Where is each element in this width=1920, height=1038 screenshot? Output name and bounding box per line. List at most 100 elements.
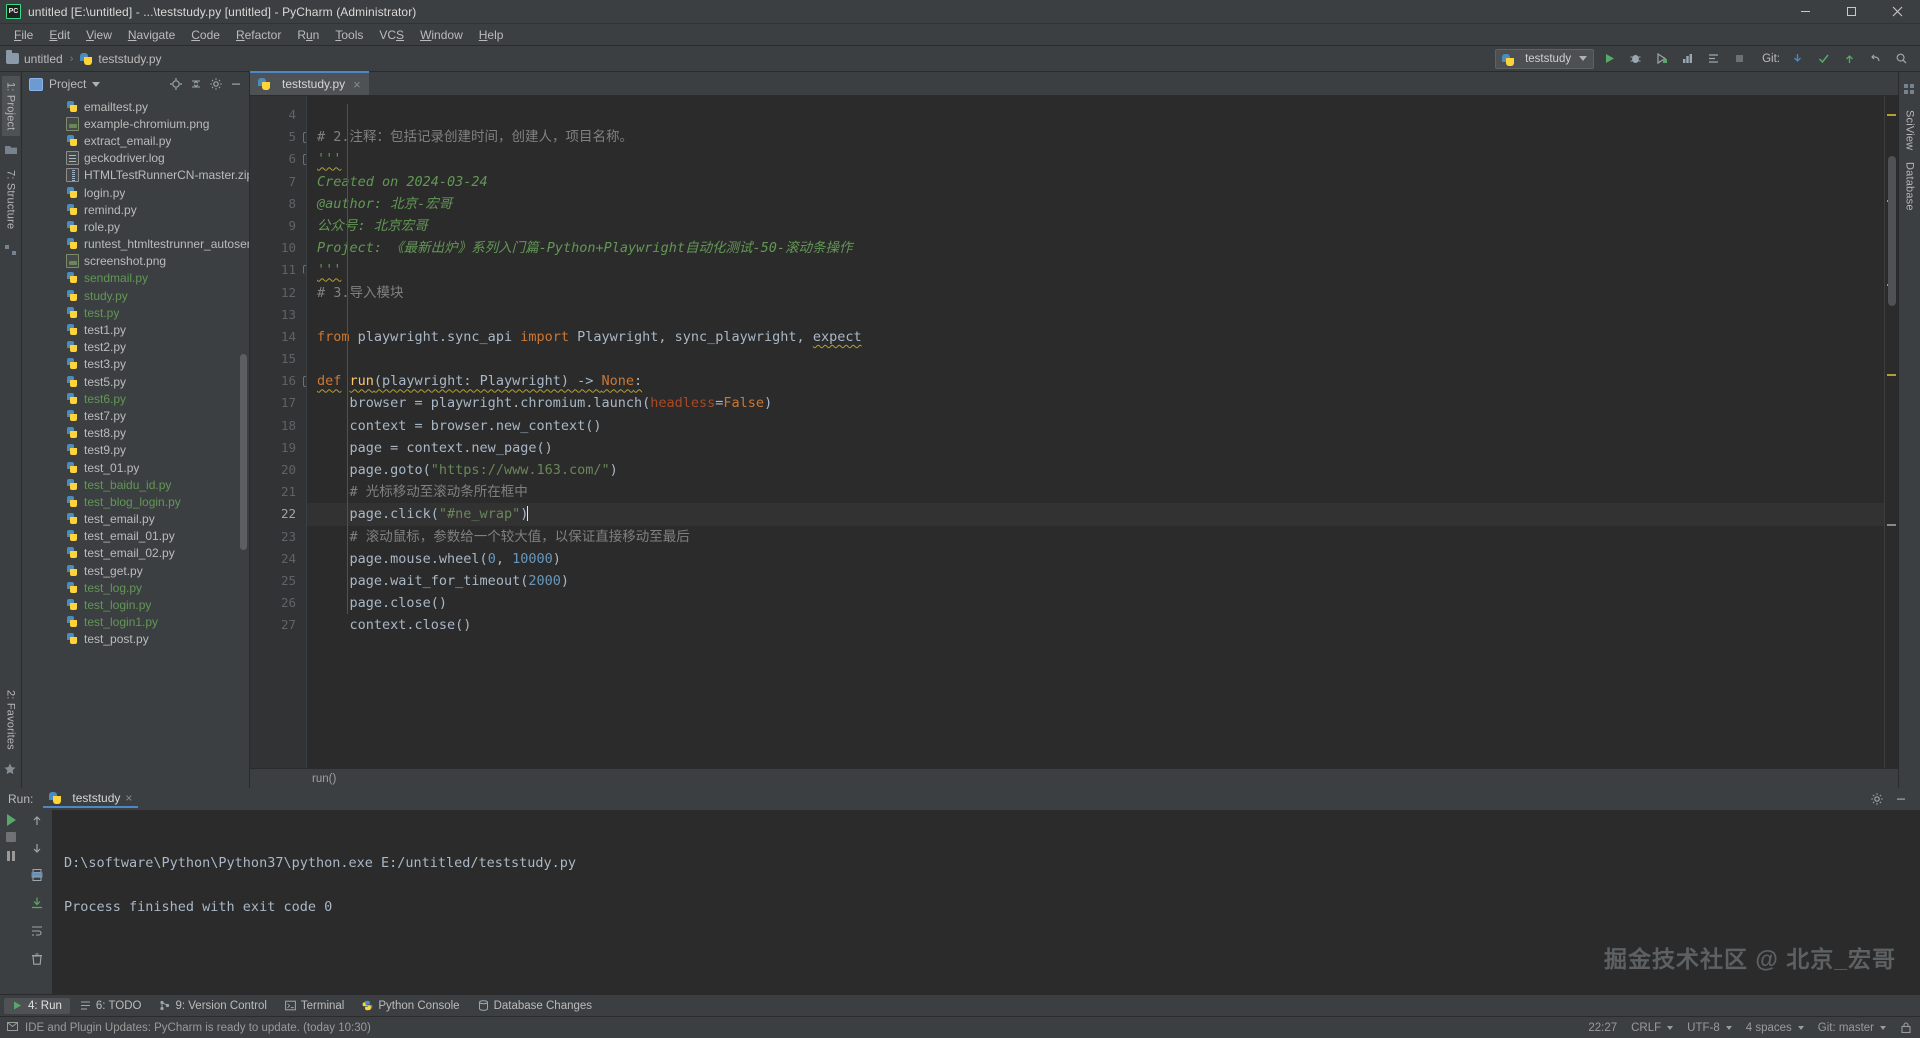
tree-item-geckodriver-log[interactable]: geckodriver.log (22, 150, 249, 167)
line-number[interactable]: 13 (250, 304, 306, 326)
tree-item-test-email-01-py[interactable]: test_email_01.py (22, 528, 249, 545)
up-icon[interactable] (31, 814, 43, 832)
git-commit-icon[interactable] (1812, 48, 1834, 70)
code-line[interactable]: page.goto("https://www.163.com/") (307, 459, 1884, 481)
editor-tab-teststudy[interactable]: teststudy.py × (250, 71, 369, 95)
run-console-output[interactable]: D:\software\Python\Python37\python.exe E… (52, 810, 1920, 994)
line-number[interactable]: 20 (250, 459, 306, 481)
line-number[interactable]: 19 (250, 437, 306, 459)
git-push-icon[interactable] (1838, 48, 1860, 70)
sidebar-item-sciview[interactable]: SciView (1901, 104, 1919, 156)
menu-navigate[interactable]: Navigate (120, 25, 183, 45)
menu-code[interactable]: Code (183, 25, 228, 45)
menu-edit[interactable]: Edit (41, 25, 78, 45)
code-line[interactable]: # 3.导入模块 (307, 282, 1884, 304)
sidebar-item-structure[interactable]: 7: Structure (2, 164, 20, 235)
line-number[interactable]: 7 (250, 171, 306, 193)
tree-item-extract-email-py[interactable]: extract_email.py (22, 132, 249, 149)
chevron-down-icon[interactable] (92, 82, 100, 87)
bottom-tab-6--todo[interactable]: 6: TODO (72, 998, 150, 1014)
tree-item-test3-py[interactable]: test3.py (22, 356, 249, 373)
code-line[interactable]: browser = playwright.chromium.launch(hea… (307, 392, 1884, 414)
code-line[interactable]: 公众号: 北京宏哥 (307, 215, 1884, 237)
tree-item-test-01-py[interactable]: test_01.py (22, 459, 249, 476)
profile-button[interactable] (1676, 48, 1698, 70)
line-number[interactable]: 25 (250, 570, 306, 592)
tree-item-test7-py[interactable]: test7.py (22, 407, 249, 424)
line-number[interactable]: 16 (250, 370, 306, 392)
code-line[interactable]: page.close() (307, 592, 1884, 614)
rerun-icon[interactable] (7, 814, 16, 826)
close-button[interactable] (1874, 0, 1920, 24)
caret-position[interactable]: 22:27 (1588, 1022, 1617, 1034)
code-line[interactable]: Project: 《最新出炉》系列入门篇-Python+Playwright自动… (307, 237, 1884, 259)
bottom-tab-9--version-control[interactable]: 9: Version Control (151, 998, 274, 1014)
tree-item-test-email-02-py[interactable]: test_email_02.py (22, 545, 249, 562)
line-number[interactable]: 22 (250, 503, 306, 525)
tree-item-emailtest-py[interactable]: emailtest.py (22, 98, 249, 115)
line-number[interactable]: 6 (250, 148, 306, 170)
git-update-icon[interactable] (1786, 48, 1808, 70)
code-line[interactable]: page.wait_for_timeout(2000) (307, 570, 1884, 592)
export-icon[interactable] (30, 896, 44, 915)
code-line[interactable] (307, 104, 1884, 126)
tree-item-test-login-py[interactable]: test_login.py (22, 596, 249, 613)
gear-icon[interactable] (1868, 790, 1886, 808)
settings-icon[interactable] (207, 75, 225, 93)
tree-item-test6-py[interactable]: test6.py (22, 390, 249, 407)
git-branch[interactable]: Git: master (1818, 1022, 1886, 1034)
trash-icon[interactable] (30, 952, 44, 971)
tree-item-screenshot-png[interactable]: screenshot.png (22, 253, 249, 270)
line-number[interactable]: 27 (250, 614, 306, 636)
encoding[interactable]: UTF-8 (1687, 1022, 1732, 1034)
line-number[interactable]: 24 (250, 548, 306, 570)
minimize-button[interactable] (1782, 0, 1828, 24)
tree-item-test-email-py[interactable]: test_email.py (22, 511, 249, 528)
undo-icon[interactable] (1864, 48, 1886, 70)
star-icon[interactable] (3, 762, 19, 778)
line-number[interactable]: 12 (250, 282, 306, 304)
editor-marker-rail[interactable] (1884, 96, 1898, 768)
menu-help[interactable]: Help (471, 25, 512, 45)
status-message[interactable]: IDE and Plugin Updates: PyCharm is ready… (25, 1022, 371, 1034)
code-line[interactable]: from playwright.sync_api import Playwrig… (307, 326, 1884, 348)
line-number[interactable]: 10 (250, 237, 306, 259)
run-tab-teststudy[interactable]: teststudy × (43, 790, 138, 808)
tree-item-htmltestrunnercn-master-zip[interactable]: HTMLTestRunnerCN-master.zip (22, 167, 249, 184)
line-number-gutter[interactable]: 4567891011121314151617181920212223242526… (250, 96, 306, 768)
breadcrumb-project[interactable]: untitled (6, 52, 63, 66)
lock-icon[interactable] (1900, 1021, 1912, 1034)
close-icon[interactable]: × (353, 78, 361, 91)
run-with-attach-button[interactable] (1702, 48, 1724, 70)
code-line[interactable]: Created on 2024-03-24 (307, 171, 1884, 193)
run-configuration-selector[interactable]: teststudy (1495, 49, 1594, 69)
code-line[interactable]: context.close() (307, 614, 1884, 636)
code-line[interactable]: def run(playwright: Playwright) -> None: (307, 370, 1884, 392)
line-number[interactable]: 18 (250, 415, 306, 437)
line-number[interactable]: 15 (250, 348, 306, 370)
line-number[interactable]: 8 (250, 193, 306, 215)
line-number[interactable]: 21 (250, 481, 306, 503)
line-number[interactable]: 5 (250, 126, 306, 148)
tree-item-study-py[interactable]: study.py (22, 287, 249, 304)
sidebar-item-project[interactable]: 1: Project (2, 76, 20, 136)
tree-item-sendmail-py[interactable]: sendmail.py (22, 270, 249, 287)
soft-wrap-icon[interactable] (30, 924, 44, 943)
hide-icon[interactable] (1892, 790, 1910, 808)
collapse-all-icon[interactable] (187, 75, 205, 93)
tree-item-test2-py[interactable]: test2.py (22, 339, 249, 356)
hide-panel-icon[interactable] (227, 75, 245, 93)
structure-icon[interactable] (3, 242, 19, 258)
breadcrumb-file[interactable]: teststudy.py (80, 52, 161, 66)
line-number[interactable]: 11 (250, 259, 306, 281)
code-line[interactable]: # 2.注释：包括记录创建时间，创建人，项目名称。 (307, 126, 1884, 148)
print-icon[interactable] (30, 868, 44, 887)
tree-item-test-log-py[interactable]: test_log.py (22, 579, 249, 596)
tree-item-test8-py[interactable]: test8.py (22, 425, 249, 442)
tree-item-remind-py[interactable]: remind.py (22, 201, 249, 218)
bottom-tab-terminal[interactable]: Terminal (277, 998, 352, 1014)
search-everywhere-icon[interactable] (1890, 48, 1912, 70)
code-line[interactable]: ''' (307, 259, 1884, 281)
indent-setting[interactable]: 4 spaces (1746, 1022, 1804, 1034)
tree-item-role-py[interactable]: role.py (22, 218, 249, 235)
